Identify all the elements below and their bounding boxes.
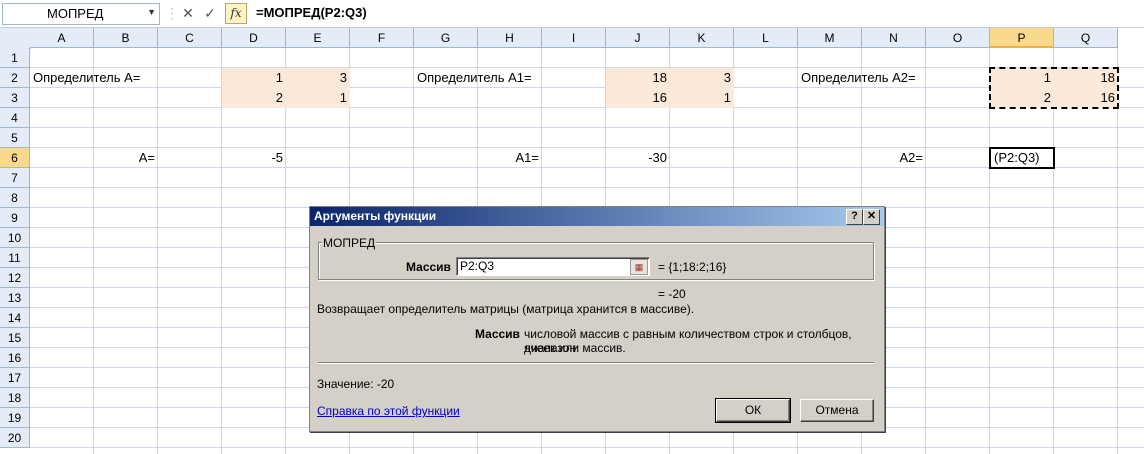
- column-header-K[interactable]: K: [670, 28, 734, 48]
- value-label: Значение: -20: [317, 377, 395, 391]
- column-header-O[interactable]: O: [926, 28, 990, 48]
- chevron-down-icon[interactable]: ▼: [147, 7, 156, 17]
- row-header-9[interactable]: 9: [0, 208, 30, 228]
- column-header-M[interactable]: M: [798, 28, 862, 48]
- row-header-1[interactable]: 1: [0, 48, 30, 68]
- column-header-B[interactable]: B: [94, 28, 158, 48]
- arg-evaluated-value: = {1;18:2;16}: [658, 260, 727, 274]
- cell-H6[interactable]: A1=: [478, 148, 542, 168]
- cell-D3[interactable]: 2: [222, 88, 286, 108]
- row-header-13[interactable]: 13: [0, 288, 30, 308]
- column-header-I[interactable]: I: [542, 28, 606, 48]
- divider: [318, 362, 874, 364]
- formula-result: = -20: [658, 287, 686, 301]
- row-header-12[interactable]: 12: [0, 268, 30, 288]
- row-header-8[interactable]: 8: [0, 188, 30, 208]
- column-header-E[interactable]: E: [286, 28, 350, 48]
- help-icon[interactable]: ?: [846, 209, 863, 225]
- column-header-L[interactable]: L: [734, 28, 798, 48]
- row-header-18[interactable]: 18: [0, 388, 30, 408]
- cell-K3[interactable]: 1: [670, 88, 734, 108]
- row-header-16[interactable]: 16: [0, 348, 30, 368]
- row-header-15[interactable]: 15: [0, 328, 30, 348]
- arg-description-name: Массив: [475, 327, 520, 341]
- row-header-5[interactable]: 5: [0, 128, 30, 148]
- column-header-A[interactable]: A: [30, 28, 94, 48]
- formula-bar: МОПРЕД ▼ ⋮ ✕ ✓ fx =МОПРЕД(P2:Q3): [0, 0, 1144, 28]
- row-header-7[interactable]: 7: [0, 168, 30, 188]
- help-link[interactable]: Справка по этой функции: [317, 404, 460, 418]
- row-header-11[interactable]: 11: [0, 248, 30, 268]
- arg-name-label: Массив: [406, 260, 451, 274]
- column-header-D[interactable]: D: [222, 28, 286, 48]
- array-input[interactable]: P2:Q3 ▦: [456, 257, 650, 276]
- row-header-14[interactable]: 14: [0, 308, 30, 328]
- insert-function-icon[interactable]: fx: [225, 3, 247, 24]
- cell-A2[interactable]: Определитель A=: [30, 68, 158, 88]
- ok-button[interactable]: ОК: [715, 398, 791, 423]
- select-all-corner[interactable]: [0, 28, 31, 49]
- cancel-button[interactable]: Отмена: [800, 399, 874, 422]
- cell-D6[interactable]: -5: [222, 148, 286, 168]
- row-header-17[interactable]: 17: [0, 368, 30, 388]
- group-label: МОПРЕД: [322, 236, 377, 250]
- array-input-value: P2:Q3: [460, 259, 495, 273]
- cell-D2[interactable]: 1: [222, 68, 286, 88]
- function-description: Возвращает определитель матрицы (матрица…: [317, 302, 695, 316]
- dialog-titlebar[interactable]: Аргументы функции ? ✕: [310, 207, 884, 226]
- formula-input[interactable]: =МОПРЕД(P2:Q3): [256, 5, 367, 20]
- column-header-G[interactable]: G: [414, 28, 478, 48]
- enter-icon[interactable]: ✓: [200, 3, 220, 24]
- cell-N6[interactable]: A2=: [862, 148, 926, 168]
- row-header-6[interactable]: 6: [0, 148, 30, 168]
- name-box-value: МОПРЕД: [47, 6, 104, 21]
- column-header-H[interactable]: H: [478, 28, 542, 48]
- collapse-dialog-icon[interactable]: ▦: [630, 259, 648, 275]
- cell-B6[interactable]: A=: [94, 148, 158, 168]
- close-icon[interactable]: ✕: [863, 209, 880, 225]
- column-header-C[interactable]: C: [158, 28, 222, 48]
- row-header-2[interactable]: 2: [0, 68, 30, 88]
- row-header-20[interactable]: 20: [0, 428, 30, 448]
- row-header-4[interactable]: 4: [0, 108, 30, 128]
- column-header-P[interactable]: P: [990, 28, 1054, 48]
- row-header-19[interactable]: 19: [0, 408, 30, 428]
- row-header-10[interactable]: 10: [0, 228, 30, 248]
- arg-description-line2: ячеек или массив.: [524, 341, 626, 355]
- function-arguments-dialog: Аргументы функции ? ✕ МОПРЕД Массив P2:Q…: [309, 206, 885, 432]
- cell-K2[interactable]: 3: [670, 68, 734, 88]
- cell-J6[interactable]: -30: [606, 148, 670, 168]
- column-header-N[interactable]: N: [862, 28, 926, 48]
- cell-J2[interactable]: 18: [606, 68, 670, 88]
- cancel-icon[interactable]: ✕: [178, 3, 198, 24]
- cell-M2[interactable]: Определитель A2=: [798, 68, 926, 88]
- row-header-3[interactable]: 3: [0, 88, 30, 108]
- cell-J3[interactable]: 16: [606, 88, 670, 108]
- column-header-F[interactable]: F: [350, 28, 414, 48]
- cell-G2[interactable]: Определитель A1=: [414, 68, 542, 88]
- dialog-title: Аргументы функции: [314, 209, 437, 223]
- active-cell-P6[interactable]: (P2:Q3): [989, 147, 1055, 169]
- cell-E3[interactable]: 1: [286, 88, 350, 108]
- column-header-J[interactable]: J: [606, 28, 670, 48]
- column-header-Q[interactable]: Q: [1054, 28, 1118, 48]
- range-selection-marquee: [989, 67, 1119, 109]
- cell-E2[interactable]: 3: [286, 68, 350, 88]
- name-box[interactable]: МОПРЕД ▼: [2, 3, 160, 25]
